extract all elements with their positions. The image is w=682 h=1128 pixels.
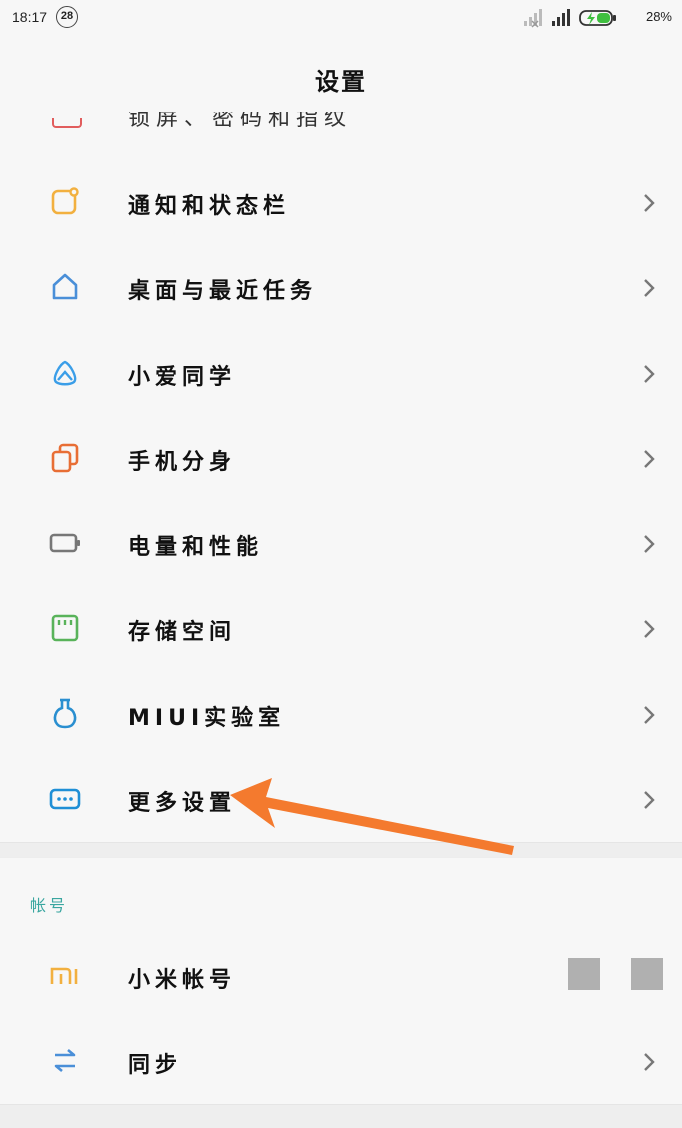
redacted-block — [631, 958, 663, 990]
page-title: 设置 — [315, 68, 367, 96]
settings-list: 通知和状态栏 桌面与最近任务 小爱同学 手机分身 电量和性能 存储空间 MIUI… — [0, 160, 682, 842]
chevron-right-icon — [644, 620, 655, 639]
setting-more-settings[interactable]: 更多设置 — [0, 757, 682, 842]
setting-label: 同步 — [128, 1053, 183, 1078]
setting-miui-lab[interactable]: MIUI实验室 — [0, 672, 682, 757]
setting-label: 更多设置 — [128, 791, 237, 817]
redacted-block — [568, 958, 600, 990]
lock-icon — [52, 118, 82, 128]
bottom-divider — [0, 1104, 682, 1128]
more-settings-icon — [49, 788, 81, 810]
battery-percent: 28% — [645, 9, 672, 24]
chevron-right-icon — [644, 450, 655, 468]
setting-notifications-statusbar[interactable]: 通知和状态栏 — [0, 160, 682, 245]
xiaoai-icon — [53, 360, 77, 386]
chevron-right-icon — [644, 279, 655, 298]
section-header-account: 帐号 — [30, 896, 69, 915]
storage-icon — [51, 615, 79, 642]
setting-storage[interactable]: 存储空间 — [0, 586, 682, 671]
setting-label: 存储空间 — [128, 620, 237, 646]
chevron-right-icon — [644, 535, 655, 554]
battery-charging-icon — [579, 10, 616, 26]
home-icon — [52, 273, 78, 300]
partial-row-label: 锁屏、密码和指纹 — [128, 112, 353, 131]
setting-label: 桌面与最近任务 — [128, 279, 318, 305]
chevron-right-icon — [644, 194, 655, 212]
battery-icon — [49, 533, 80, 553]
chevron-right-icon — [644, 705, 655, 724]
signal-icon — [552, 9, 570, 26]
setting-label: 小爱同学 — [128, 364, 237, 390]
setting-label: 小米帐号 — [128, 968, 237, 993]
status-icons: 28% — [522, 8, 672, 28]
setting-label: 手机分身 — [128, 449, 237, 475]
setting-label: 通知和状态栏 — [128, 194, 291, 219]
setting-label: MIUI实验室 — [128, 705, 286, 731]
chevron-right-icon — [644, 791, 655, 809]
setting-sync[interactable]: 同步 — [0, 1019, 682, 1104]
mi-logo-icon — [50, 967, 78, 984]
notification-count-badge: 28 — [56, 6, 78, 28]
status-bar: 18:17 28 28% — [0, 0, 682, 36]
notification-icon — [51, 187, 79, 215]
status-time: 18:17 — [12, 9, 48, 25]
lab-flask-icon — [53, 698, 77, 729]
chevron-right-icon — [644, 1053, 655, 1071]
setting-second-space[interactable]: 手机分身 — [0, 416, 682, 501]
setting-xiaoai[interactable]: 小爱同学 — [0, 331, 682, 416]
dual-phone-icon — [51, 443, 79, 473]
setting-label: 电量和性能 — [128, 535, 264, 561]
partial-setting-row[interactable]: 锁屏、密码和指纹 — [0, 112, 682, 132]
signal-none-icon — [524, 9, 542, 28]
section-divider — [0, 842, 682, 858]
chevron-right-icon — [644, 364, 655, 383]
setting-battery-performance[interactable]: 电量和性能 — [0, 501, 682, 586]
sync-icon — [54, 1049, 76, 1072]
setting-home-recents[interactable]: 桌面与最近任务 — [0, 245, 682, 330]
